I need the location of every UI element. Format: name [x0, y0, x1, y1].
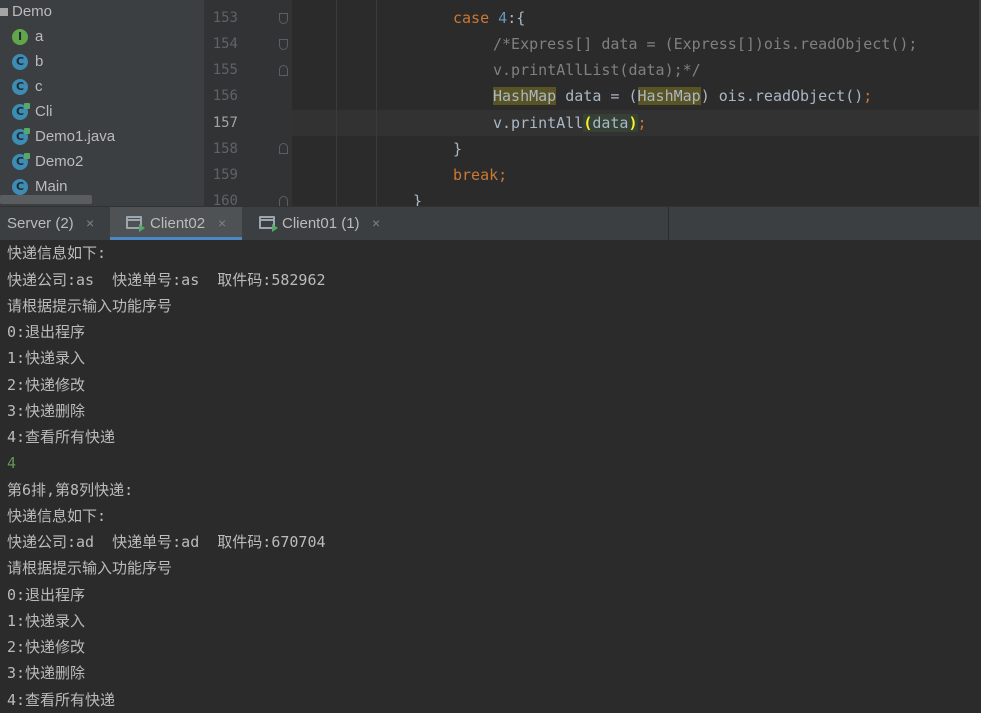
- console-line: 3:快递删除: [7, 664, 86, 682]
- indent-guide: [336, 0, 337, 206]
- console-line: 快递公司:ad 快递单号:ad 取件码:670704: [7, 533, 326, 551]
- horizontal-scrollbar[interactable]: [0, 195, 92, 204]
- run-tool-window-tabs: Server (2) × Client02 × Client01 (1) ×: [0, 206, 981, 240]
- console-line: 3:快递删除: [7, 402, 86, 420]
- keyword-case: case: [453, 9, 490, 27]
- number-literal: 4: [498, 9, 508, 27]
- line-number: 160: [212, 193, 238, 206]
- console-line: 第6排,第8列快递:: [7, 481, 134, 499]
- class-icon: C: [12, 179, 28, 195]
- console-line: 2:快递修改: [7, 376, 86, 394]
- console-line: 快递信息如下:: [7, 507, 107, 525]
- type-name: HashMap: [637, 87, 701, 105]
- tree-node-label: Demo1.java: [35, 128, 116, 145]
- keyword-break: break: [453, 166, 499, 184]
- type-name: HashMap: [493, 87, 557, 105]
- runnable-class-icon: C: [12, 128, 30, 145]
- code-line-156: HashMap data = (HashMap) ois.readObject(…: [493, 83, 872, 109]
- console-icon: [259, 216, 278, 232]
- tab-server[interactable]: Server (2) ×: [0, 207, 108, 240]
- console-icon: [126, 216, 145, 232]
- code-text: v: [493, 114, 503, 132]
- code-text: ) ois.readObject(): [700, 87, 864, 105]
- close-icon[interactable]: ×: [218, 207, 226, 240]
- fold-marker-icon[interactable]: [279, 143, 288, 154]
- tree-node-label: c: [35, 78, 43, 95]
- console-line: 1:快递录入: [7, 612, 86, 630]
- tree-node-label: b: [35, 53, 44, 70]
- fold-marker-icon[interactable]: [279, 196, 288, 206]
- code-line-154: /*Express[] data = (Express[])ois.readOb…: [493, 35, 918, 53]
- folder-icon: [0, 8, 8, 16]
- semicolon: ;: [863, 87, 873, 105]
- tree-node-label: a: [35, 28, 44, 45]
- tab-label: Server (2): [7, 215, 74, 232]
- tree-node-label: Demo2: [35, 153, 84, 170]
- console-line: 0:退出程序: [7, 323, 86, 341]
- runnable-class-icon: C: [12, 103, 30, 120]
- code-text: :{: [507, 9, 526, 27]
- class-kind-letter: C: [15, 105, 25, 118]
- tab-client02[interactable]: Client02 ×: [110, 207, 242, 240]
- console-output[interactable]: 快递信息如下: 快递公司:as 快递单号:as 取件码:582962 请根据提示…: [0, 240, 981, 713]
- interface-icon: I: [12, 29, 28, 45]
- line-number: 153: [212, 10, 238, 26]
- console-line: 请根据提示输入功能序号: [7, 297, 173, 315]
- tree-node-label: Demo: [12, 3, 53, 20]
- fold-marker-icon[interactable]: [279, 39, 288, 50]
- class-icon: C: [12, 79, 28, 95]
- code-line-160: }: [413, 192, 423, 206]
- code-line-158: }: [453, 140, 463, 158]
- console-user-input: 4: [7, 454, 17, 472]
- console-line: 请根据提示输入功能序号: [7, 559, 173, 577]
- divider: [668, 207, 669, 240]
- code-line-153: case 4:{: [453, 5, 525, 31]
- code-editor[interactable]: 153 154 155 156 157 158 159 160 case 4:{…: [204, 0, 981, 206]
- semicolon: ;: [498, 166, 508, 184]
- console-line: 0:退出程序: [7, 586, 86, 604]
- code-line-157: v.printAll(data);: [493, 110, 647, 136]
- runnable-class-icon: C: [12, 153, 30, 170]
- class-kind-letter: C: [15, 155, 25, 168]
- console-line: 1:快递录入: [7, 349, 86, 367]
- close-icon[interactable]: ×: [86, 207, 94, 240]
- fold-marker-icon[interactable]: [279, 65, 288, 76]
- console-line: 快递公司:as 快递单号:as 取件码:582962: [7, 271, 326, 289]
- console-line: 2:快递修改: [7, 638, 86, 656]
- line-number: 155: [212, 62, 238, 78]
- console-line: 快递信息如下:: [7, 244, 107, 262]
- tab-label: Client02: [150, 215, 206, 232]
- class-kind-letter: C: [15, 130, 25, 143]
- line-number: 158: [212, 141, 238, 157]
- current-line-number: 157: [212, 115, 238, 131]
- console-line: 4:查看所有快递: [7, 428, 116, 446]
- tab-label: Client01 (1): [282, 215, 360, 232]
- matched-paren: (: [583, 114, 593, 132]
- line-number: 154: [212, 36, 238, 52]
- line-number-gutter: 153 154 155 156 157 158 159 160: [204, 0, 292, 206]
- line-number: 159: [212, 167, 238, 183]
- argument: data: [592, 114, 629, 132]
- method-call: .printAll: [502, 114, 584, 132]
- code-line-155: v.printAllList(data);*/: [493, 61, 701, 79]
- matched-paren: ): [628, 114, 638, 132]
- code-line-159: break;: [453, 162, 507, 188]
- fold-marker-icon[interactable]: [279, 13, 288, 24]
- console-line: 4:查看所有快递: [7, 691, 116, 709]
- indent-guide: [376, 0, 377, 206]
- project-tree-panel: Demo I a C b C c C Cli C Demo1.java C De…: [0, 0, 204, 206]
- class-icon: C: [12, 54, 28, 70]
- tab-client01[interactable]: Client01 (1) ×: [244, 207, 396, 240]
- semicolon: ;: [637, 114, 647, 132]
- line-number: 156: [212, 88, 238, 104]
- code-text: data = (: [556, 87, 638, 105]
- close-icon[interactable]: ×: [372, 207, 380, 240]
- tree-node-label: Cli: [35, 103, 53, 120]
